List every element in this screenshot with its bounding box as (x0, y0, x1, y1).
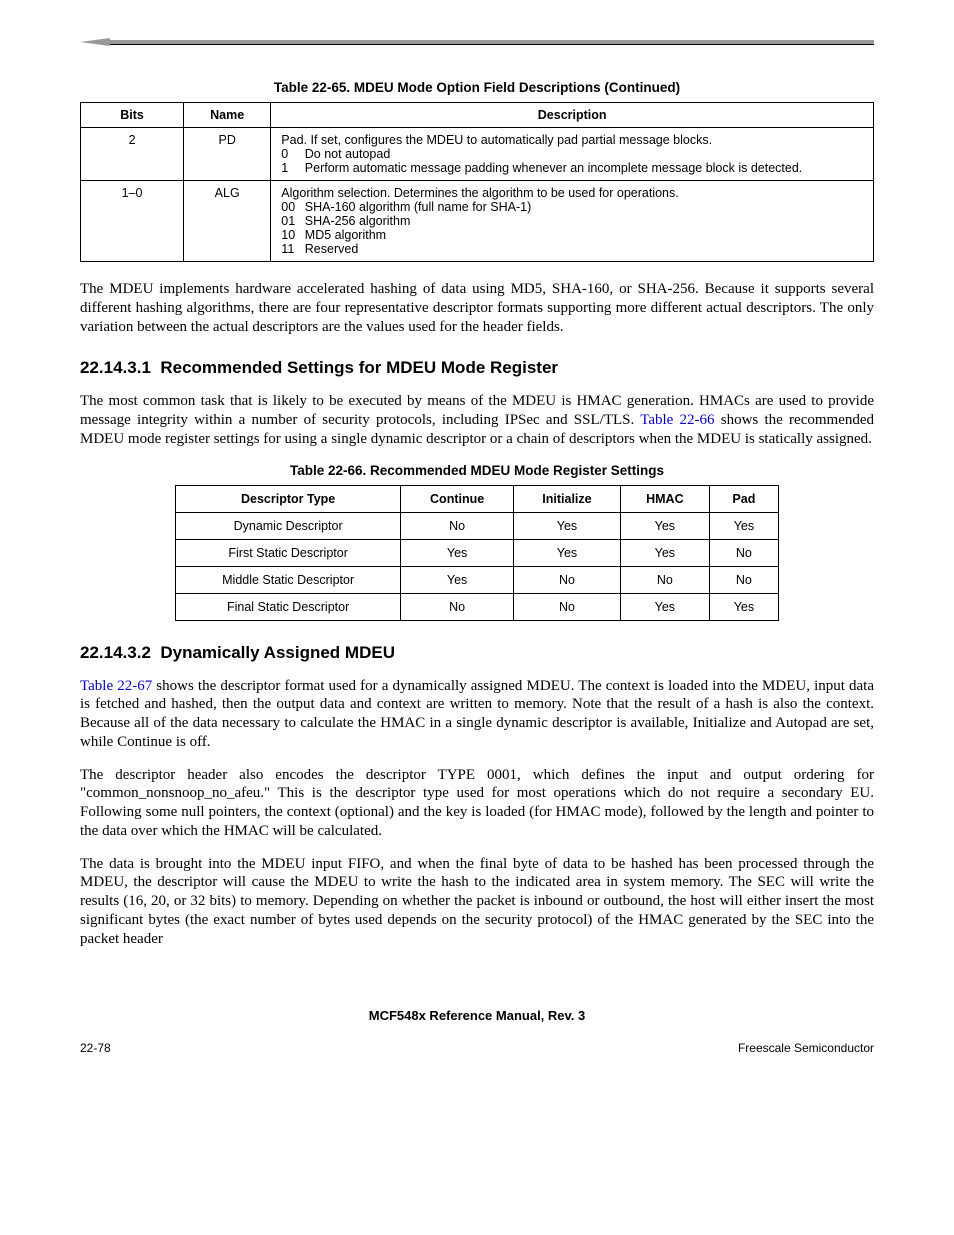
cell-bits: 1–0 (81, 181, 184, 262)
th-name: Name (184, 103, 271, 128)
table-row: 1–0 ALG Algorithm selection. Determines … (81, 181, 874, 262)
footer-row: 22-78 Freescale Semiconductor (80, 1041, 874, 1055)
cross-ref-link[interactable]: Table 22-67 (80, 678, 152, 694)
cell-name: ALG (184, 181, 271, 262)
th-type: Descriptor Type (176, 485, 401, 512)
cell-bits: 2 (81, 128, 184, 181)
table-1: Bits Name Description 2 PD Pad. If set, … (80, 102, 874, 262)
th-init: Initialize (514, 485, 620, 512)
page-header-rule (110, 40, 874, 45)
th-hmac: HMAC (620, 485, 709, 512)
th-desc: Description (271, 103, 874, 128)
table-2-caption: Table 22-66. Recommended MDEU Mode Regis… (80, 463, 874, 478)
table-2: Descriptor Type Continue Initialize HMAC… (175, 485, 778, 621)
footer-doc-title: MCF548x Reference Manual, Rev. 3 (80, 1008, 874, 1023)
footer-page-number: 22-78 (80, 1041, 111, 1055)
cross-ref-link[interactable]: Table 22-66 (640, 412, 714, 428)
paragraph: The descriptor header also encodes the d… (80, 766, 874, 841)
paragraph: The MDEU implements hardware accelerated… (80, 280, 874, 336)
table-row: Middle Static DescriptorYesNoNoNo (176, 566, 778, 593)
cell-desc: Algorithm selection. Determines the algo… (271, 181, 874, 262)
table-row: First Static DescriptorYesYesYesNo (176, 539, 778, 566)
section-heading: 22.14.3.2 Dynamically Assigned MDEU (80, 643, 874, 663)
th-cont: Continue (400, 485, 513, 512)
cell-name: PD (184, 128, 271, 181)
th-bits: Bits (81, 103, 184, 128)
paragraph: The data is brought into the MDEU input … (80, 855, 874, 949)
section-heading: 22.14.3.1 Recommended Settings for MDEU … (80, 358, 874, 378)
paragraph: Table 22-67 shows the descriptor format … (80, 677, 874, 752)
table-row: 2 PD Pad. If set, configures the MDEU to… (81, 128, 874, 181)
footer-company: Freescale Semiconductor (738, 1041, 874, 1055)
table-1-caption: Table 22-65. MDEU Mode Option Field Desc… (80, 80, 874, 95)
table-row: Dynamic DescriptorNoYesYesYes (176, 512, 778, 539)
cell-desc: Pad. If set, configures the MDEU to auto… (271, 128, 874, 181)
paragraph: The most common task that is likely to b… (80, 392, 874, 448)
table-row: Final Static DescriptorNoNoYesYes (176, 593, 778, 620)
th-pad: Pad (710, 485, 779, 512)
